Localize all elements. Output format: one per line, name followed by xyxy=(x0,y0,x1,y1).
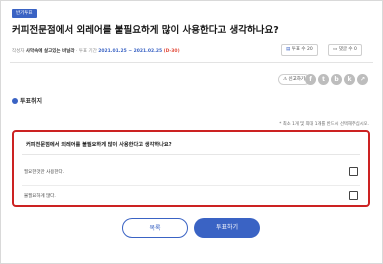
share-icon[interactable]: ↗ xyxy=(357,74,368,85)
comment-icon: ▭ xyxy=(333,47,338,52)
vote-count-value: 20 xyxy=(307,47,313,52)
question-divider xyxy=(22,154,360,155)
facebook-share-icon[interactable]: f xyxy=(305,74,316,85)
blog-share-icon[interactable]: b xyxy=(331,74,342,85)
vote-icon: ▤ xyxy=(286,47,291,52)
vote-question-box: 커피전문점에서 외레어를 불필요하게 많이 사용한다고 생각하나요? 필요한것만… xyxy=(12,130,370,207)
vote-period: 2021.01.25 ~ 2021.02.25 xyxy=(98,49,163,54)
author-name: 사막속에 살고있는 바닐라 xyxy=(25,49,75,54)
option-checkbox[interactable] xyxy=(349,191,358,200)
option-divider xyxy=(22,185,360,186)
cancel-vote-label: 투표취지 xyxy=(20,98,43,105)
option-label: 필요한것만 사용한다. xyxy=(24,170,65,175)
header-divider xyxy=(10,62,373,63)
vote-button[interactable]: 투표하기 xyxy=(194,218,260,238)
report-label: 신고하기 xyxy=(288,77,306,82)
vote-instruction: * 최소 1개 및 최대 1개를 반드시 선택해주십시오. xyxy=(279,122,369,127)
period-label: · 투표 기간 xyxy=(75,49,97,54)
option-checkbox[interactable] xyxy=(349,167,358,176)
dday-badge: (D-30) xyxy=(163,49,180,54)
author-label: 작성자 xyxy=(12,49,25,54)
vote-count-box: ▤ 투표 수 20 xyxy=(281,44,318,56)
question-title: 커피전문점에서 외레어를 불필요하게 많이 사용한다고 생각하나요? xyxy=(26,142,172,148)
post-meta: 작성자 사막속에 살고있는 바닐라 · 투표 기간 2021.01.25 ~ 2… xyxy=(12,48,180,54)
comment-count-value: 0 xyxy=(354,47,357,52)
comment-count-label: 댓글 수 xyxy=(338,47,353,52)
cancel-vote-icon xyxy=(12,98,18,104)
option-label: 불필요하게 많다. xyxy=(24,194,56,199)
comment-count-box: ▭ 댓글 수 0 xyxy=(328,44,362,56)
page-title: 커피전문점에서 외레어를 불필요하게 많이 사용한다고 생각하나요? xyxy=(12,25,279,36)
kakao-share-icon[interactable]: k xyxy=(344,74,355,85)
siren-icon: ⚠ xyxy=(283,77,288,82)
list-button[interactable]: 목록 xyxy=(122,218,188,238)
vote-count-label: 투표 수 xyxy=(291,47,306,52)
twitter-share-icon[interactable]: t xyxy=(318,74,329,85)
category-badge: 반기투표 xyxy=(12,9,37,18)
cancel-vote-link[interactable]: 투표취지 xyxy=(12,96,42,105)
